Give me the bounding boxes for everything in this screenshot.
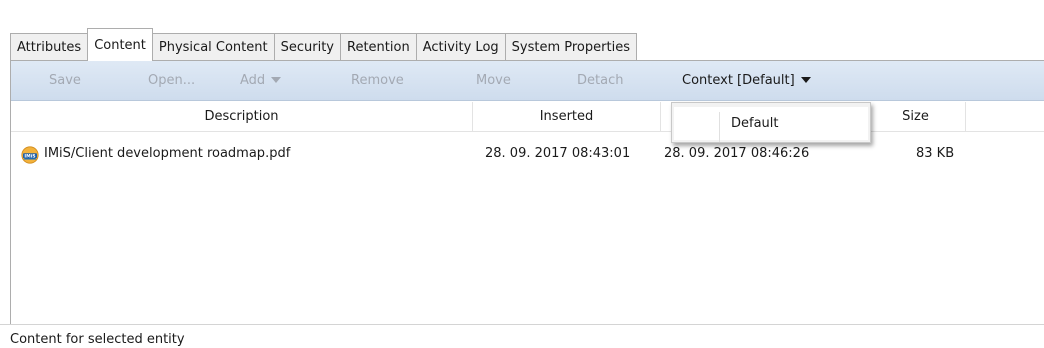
table-header: Description Inserted Size [11,102,1044,132]
open-button[interactable]: Open... [148,61,195,101]
add-label: Add [240,73,266,88]
chevron-down-icon [800,76,811,83]
tab-security[interactable]: Security [273,33,341,61]
tab-bar: Attributes Content Physical Content Secu… [10,27,637,61]
tab-content[interactable]: Content [87,28,153,61]
icon-text: IMiS [24,153,35,159]
status-bar: Content for selected entity [0,324,1044,348]
column-header-inserted[interactable]: Inserted [473,102,661,132]
save-button[interactable]: Save [49,61,81,101]
move-button[interactable]: Move [476,61,511,101]
context-menu-item-default[interactable]: Default [674,107,868,142]
context-label: Context [Default] [682,73,795,88]
cell-description: IMiS/Client development roadmap.pdf [44,146,291,161]
tab-retention[interactable]: Retention [340,33,417,61]
context-dropdown-button[interactable]: Context [Default] [682,61,811,101]
cell-inserted: 28. 09. 2017 08:43:01 [485,146,631,161]
detach-button[interactable]: Detach [577,61,623,101]
tab-physical-content[interactable]: Physical Content [151,33,275,61]
chevron-down-icon [271,76,282,83]
imis-document-icon: IMiS [21,146,39,164]
tab-activity-log[interactable]: Activity Log [415,33,506,61]
context-menu: Default [671,102,871,143]
cell-size: 83 KB [916,146,955,161]
table-row[interactable]: IMiS IMiS/Client development roadmap.pdf… [11,141,1044,167]
tab-attributes[interactable]: Attributes [10,33,89,61]
remove-button[interactable]: Remove [351,61,404,101]
cell-modified: 28. 09. 2017 08:46:26 [664,146,810,161]
column-header-description[interactable]: Description [11,102,473,132]
toolbar: Save Open... Add Remove Move Detach Cont… [11,61,1044,101]
column-header-size[interactable]: Size [866,102,966,132]
add-button[interactable]: Add [240,61,282,101]
tab-system-properties[interactable]: System Properties [504,33,637,61]
context-menu-item-label: Default [731,116,779,131]
menu-check-column [680,112,720,142]
